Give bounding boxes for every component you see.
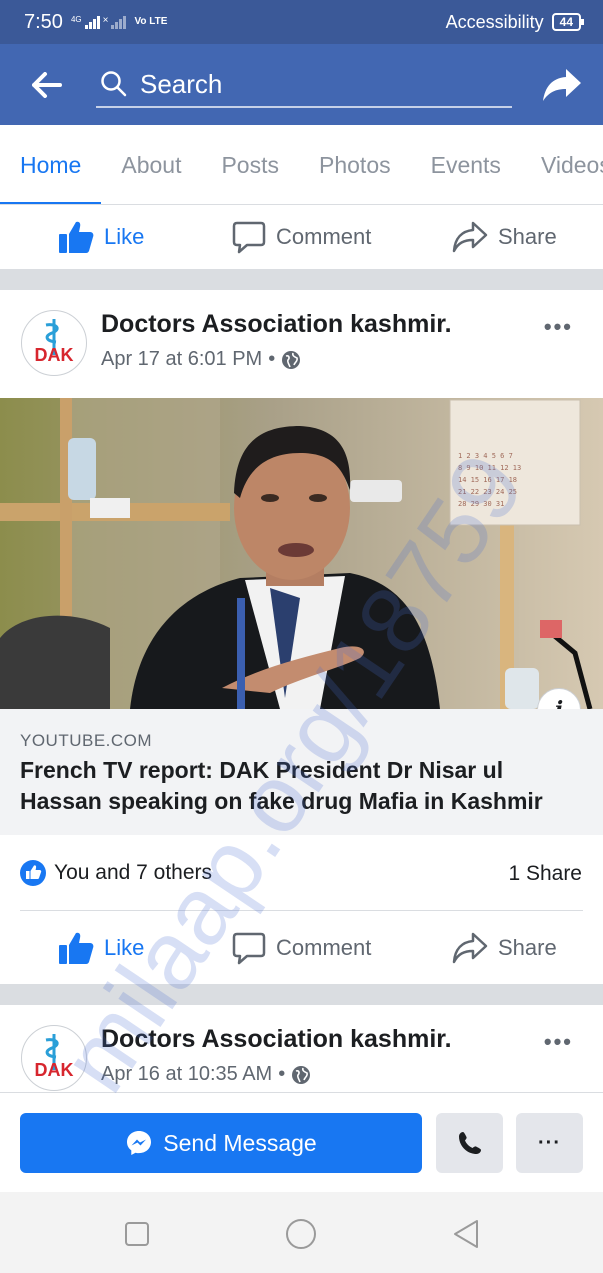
home-circle-icon: [286, 1219, 316, 1249]
share-label: Share: [498, 224, 557, 249]
status-right: Accessibility 44: [445, 11, 585, 33]
send-message-button[interactable]: Send Message: [20, 1113, 422, 1173]
page-avatar[interactable]: DAK: [21, 1025, 87, 1091]
post-actions-top: Like Comment Share: [0, 205, 603, 269]
back-arrow-icon: [32, 71, 62, 98]
svg-text:1 2 3 4 5 6 7: 1 2 3 4 5 6 7: [458, 452, 513, 460]
volte-indicator: Vo LTE: [134, 16, 168, 27]
status-bar: 7:50 4G × Vo LTE Accessibility 44: [0, 0, 603, 44]
call-button[interactable]: [436, 1113, 503, 1173]
share-arrow-icon: [543, 69, 581, 101]
tab-photos[interactable]: Photos: [299, 125, 411, 204]
share-button[interactable]: Share: [452, 932, 557, 964]
send-message-label: Send Message: [163, 1129, 317, 1156]
svg-text:21 22 23 24 25: 21 22 23 24 25: [458, 488, 517, 496]
accessibility-label: Accessibility: [445, 11, 544, 32]
message-bar: Send Message ···: [0, 1092, 603, 1192]
share-icon: [452, 932, 488, 964]
post-time-text: Apr 16 at 10:35 AM: [101, 1063, 273, 1085]
like-button[interactable]: Like: [58, 220, 144, 254]
reactions-divider: [20, 910, 583, 911]
tab-posts[interactable]: Posts: [201, 125, 299, 204]
search-input[interactable]: Search: [96, 62, 512, 108]
page-avatar[interactable]: DAK: [21, 310, 87, 376]
page-tabs: Home About Posts Photos Events Videos: [0, 125, 603, 205]
tab-about[interactable]: About: [101, 125, 201, 204]
shares-count[interactable]: 1 Share: [508, 862, 582, 886]
home-button[interactable]: [283, 1216, 319, 1252]
share-icon: [452, 221, 488, 253]
globe-icon: [292, 1065, 311, 1084]
svg-text:8 9 10 11 12 13: 8 9 10 11 12 13: [458, 464, 521, 472]
feed-separator: [0, 984, 603, 1005]
feed-separator: [0, 269, 603, 290]
link-title-line1: French TV report: DAK President Dr Nisar…: [20, 757, 504, 783]
back-button[interactable]: [0, 44, 94, 125]
svg-text:14 15 16 17 18: 14 15 16 17 18: [458, 476, 517, 484]
video-thumbnail[interactable]: 1 2 3 4 5 6 7 8 9 10 11 12 13 14 15 16 17…: [0, 398, 603, 709]
recents-button[interactable]: [119, 1216, 155, 1252]
globe-icon: [282, 350, 301, 369]
phone-icon: [458, 1132, 481, 1154]
comment-label: Comment: [276, 224, 372, 249]
post-actions: Like Comment Share: [0, 916, 603, 980]
comment-label: Comment: [276, 935, 372, 960]
back-triangle-icon: [454, 1220, 478, 1248]
post-timestamp[interactable]: Apr 17 at 6:01 PM •: [101, 348, 301, 371]
post-author[interactable]: Doctors Association kashmir.: [101, 1025, 452, 1054]
avatar-text: DAK: [35, 345, 74, 365]
comment-button[interactable]: Comment: [232, 220, 371, 254]
likes-count[interactable]: You and 7 others: [20, 860, 212, 886]
system-nav-bar: [0, 1192, 603, 1273]
post-header: DAK Doctors Association kashmir. Apr 16 …: [0, 1005, 603, 1092]
link-title-line2: Hassan speaking on fake drug Mafia in Ka…: [20, 788, 543, 814]
dak-logo-icon: DAK: [35, 319, 74, 365]
recents-icon: [125, 1222, 149, 1246]
like-reaction-icon: [20, 860, 46, 886]
post-timestamp[interactable]: Apr 16 at 10:35 AM •: [101, 1063, 311, 1086]
search-icon: [101, 71, 127, 97]
like-label: Like: [104, 935, 145, 960]
thumbs-up-icon: [59, 221, 94, 253]
post-options-button[interactable]: •••: [544, 314, 573, 340]
messenger-icon: [127, 1131, 152, 1155]
share-label: Share: [498, 935, 557, 960]
network-type: 4G: [70, 15, 82, 24]
post-time-text: Apr 17 at 6:01 PM: [101, 348, 263, 370]
battery-icon: 44: [551, 13, 585, 31]
link-preview[interactable]: YOUTUBE.COM French TV report: DAK Presid…: [0, 709, 603, 835]
link-source: YOUTUBE.COM: [20, 731, 153, 750]
status-left: 7:50 4G × Vo LTE: [24, 11, 167, 34]
like-button[interactable]: Like: [58, 931, 144, 965]
tab-home[interactable]: Home: [0, 125, 102, 204]
video-thumbnail-image: 1 2 3 4 5 6 7 8 9 10 11 12 13 14 15 16 17…: [0, 398, 603, 709]
dak-logo-icon: DAK: [35, 1034, 74, 1080]
back-nav-button[interactable]: [448, 1216, 484, 1252]
like-label: Like: [104, 224, 145, 249]
comment-icon: [232, 221, 266, 254]
post-options-button[interactable]: •••: [544, 1029, 573, 1055]
tab-events[interactable]: Events: [411, 125, 521, 204]
likes-text: You and 7 others: [54, 861, 213, 884]
signal-icon: 4G ×: [71, 15, 127, 29]
share-button[interactable]: Share: [452, 221, 557, 253]
comment-icon: [232, 932, 266, 965]
share-page-button[interactable]: [539, 62, 585, 108]
app-bar: Search: [0, 44, 603, 125]
avatar-text: DAK: [35, 1060, 74, 1080]
reactions-summary: You and 7 others 1 Share: [0, 836, 603, 910]
more-actions-button[interactable]: ···: [516, 1113, 583, 1173]
comment-button[interactable]: Comment: [232, 931, 371, 965]
tab-videos[interactable]: Videos: [521, 125, 603, 204]
post-author[interactable]: Doctors Association kashmir.: [101, 310, 452, 339]
thumbs-up-icon: [59, 932, 94, 964]
search-placeholder: Search: [140, 68, 223, 99]
svg-text:28 29 30 31: 28 29 30 31: [458, 500, 504, 508]
status-time: 7:50: [24, 10, 63, 33]
post-header: DAK Doctors Association kashmir. Apr 17 …: [0, 290, 603, 400]
